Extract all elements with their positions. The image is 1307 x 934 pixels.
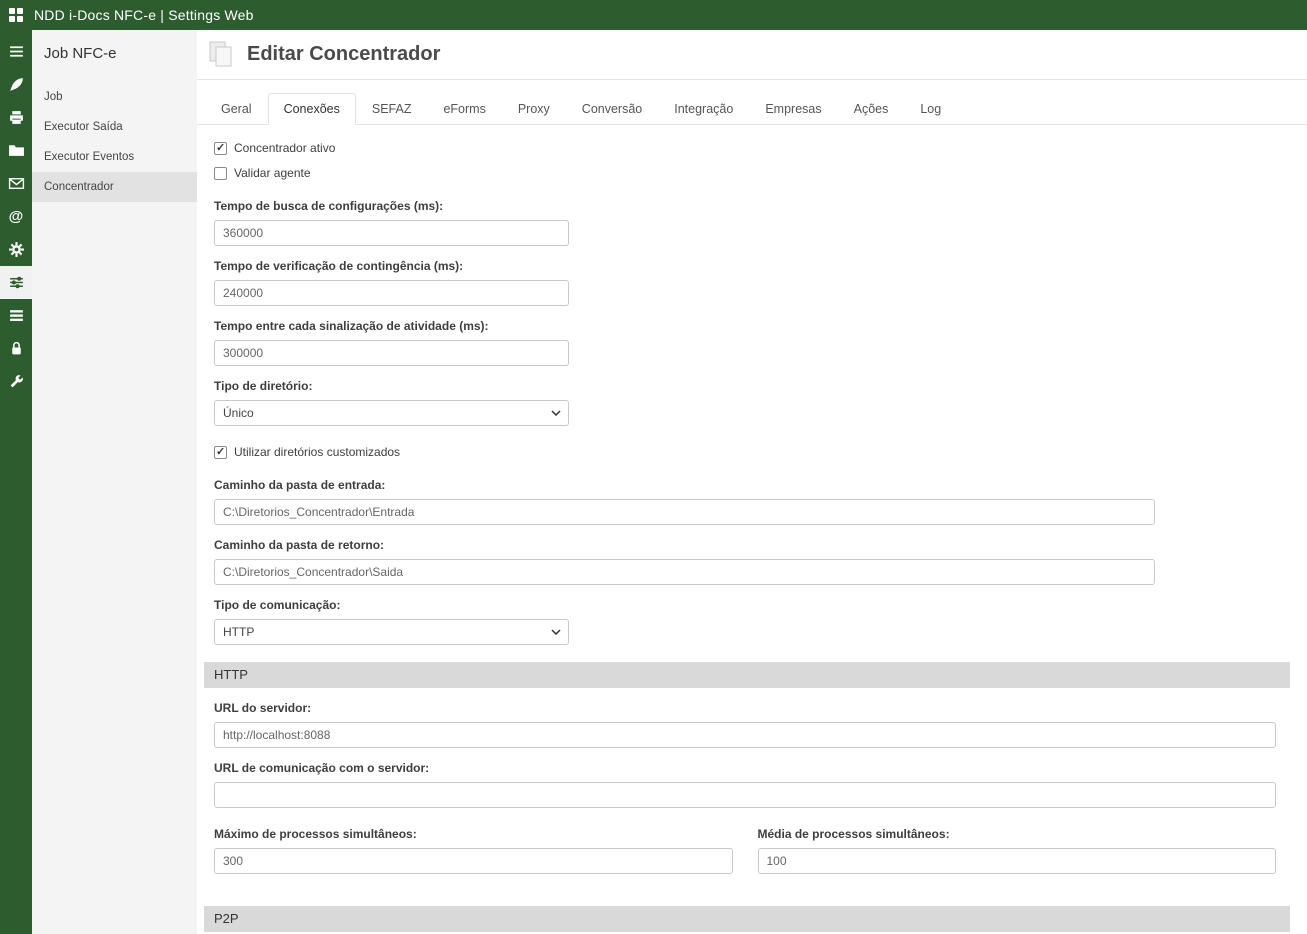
lock-icon xyxy=(8,340,25,357)
url-comunicacao-label: URL de comunicação com o servidor: xyxy=(214,761,1276,775)
tempo-contingencia-group: Tempo de verificação de contingência (ms… xyxy=(214,259,1290,306)
rail-item-sliders[interactable] xyxy=(0,266,32,299)
tab-sefaz[interactable]: SEFAZ xyxy=(356,93,428,125)
concentrador-ativo-checkbox[interactable] xyxy=(214,142,227,155)
tempo-sinalizacao-group: Tempo entre cada sinalização de atividad… xyxy=(214,319,1290,366)
http-section: HTTP URL do servidor: URL de comunicação… xyxy=(204,662,1290,889)
tempo-sinalizacao-input[interactable] xyxy=(214,340,569,366)
caminho-retorno-input[interactable] xyxy=(214,559,1155,585)
tipo-diretorio-select[interactable]: Único xyxy=(214,400,569,426)
feather-icon xyxy=(8,76,25,93)
document-copy-icon xyxy=(205,38,237,70)
tab-empresas[interactable]: Empresas xyxy=(749,93,837,125)
tab-conexoes[interactable]: Conexões xyxy=(268,93,356,125)
sidebar-item-job[interactable]: Job xyxy=(32,82,197,112)
caminho-retorno-group: Caminho da pasta de retorno: xyxy=(214,538,1290,585)
tab-acoes[interactable]: Ações xyxy=(838,93,905,125)
folder-icon xyxy=(8,142,25,159)
media-processos-input[interactable] xyxy=(758,848,1277,874)
wrench-icon xyxy=(8,373,25,390)
sidebar: Job NFC-e Job Executor Saída Executor Ev… xyxy=(32,30,197,934)
validar-agente-label: Validar agente xyxy=(234,166,311,180)
max-processos-label: Máximo de processos simultâneos: xyxy=(214,827,733,841)
icon-rail: @ xyxy=(0,30,32,934)
printer-icon xyxy=(8,109,25,126)
page-title: Editar Concentrador xyxy=(247,43,440,66)
rail-item-printer[interactable] xyxy=(0,101,32,134)
tab-proxy[interactable]: Proxy xyxy=(502,93,566,125)
tempo-contingencia-input[interactable] xyxy=(214,280,569,306)
rail-item-feather[interactable] xyxy=(0,68,32,101)
tempo-busca-group: Tempo de busca de configurações (ms): xyxy=(214,199,1290,246)
concentrador-ativo-row: Concentrador ativo xyxy=(214,141,1290,155)
url-servidor-input[interactable] xyxy=(214,722,1276,748)
tab-integracao[interactable]: Integração xyxy=(658,93,749,125)
caminho-retorno-label: Caminho da pasta de retorno: xyxy=(214,538,1290,552)
caminho-entrada-input[interactable] xyxy=(214,499,1155,525)
tempo-busca-label: Tempo de busca de configurações (ms): xyxy=(214,199,1290,213)
max-processos-group: Máximo de processos simultâneos: xyxy=(214,827,733,874)
url-comunicacao-input[interactable] xyxy=(214,782,1276,808)
validar-agente-row: Validar agente xyxy=(214,166,1290,180)
media-processos-label: Média de processos simultâneos: xyxy=(758,827,1277,841)
app-logo-icon xyxy=(9,8,23,22)
tipo-comunicacao-group: Tipo de comunicação: HTTP xyxy=(214,598,1290,645)
diretorios-customizados-label: Utilizar diretórios customizados xyxy=(234,445,400,459)
main-content: Editar Concentrador Geral Conexões SEFAZ… xyxy=(197,30,1307,934)
tab-geral[interactable]: Geral xyxy=(205,93,268,125)
menu-icon xyxy=(8,43,25,60)
media-processos-group: Média de processos simultâneos: xyxy=(758,827,1277,874)
app-title: NDD i-Docs NFC-e | Settings Web xyxy=(34,7,254,23)
sidebar-item-executor-saida[interactable]: Executor Saída xyxy=(32,112,197,142)
rail-item-folder[interactable] xyxy=(0,134,32,167)
tipo-diretorio-group: Tipo de diretório: Único xyxy=(214,379,1290,426)
url-servidor-label: URL do servidor: xyxy=(214,701,1276,715)
gear-icon xyxy=(8,241,25,258)
rail-item-rows[interactable] xyxy=(0,299,32,332)
topbar: NDD i-Docs NFC-e | Settings Web xyxy=(0,0,1307,30)
tipo-diretorio-label: Tipo de diretório: xyxy=(214,379,1290,393)
tempo-sinalizacao-label: Tempo entre cada sinalização de atividad… xyxy=(214,319,1290,333)
concentrador-ativo-label: Concentrador ativo xyxy=(234,141,335,155)
sidebar-item-concentrador[interactable]: Concentrador xyxy=(32,172,197,202)
max-processos-input[interactable] xyxy=(214,848,733,874)
tipo-comunicacao-select[interactable]: HTTP xyxy=(214,619,569,645)
content-header: Editar Concentrador xyxy=(197,30,1307,80)
tempo-contingencia-label: Tempo de verificação de contingência (ms… xyxy=(214,259,1290,273)
url-servidor-group: URL do servidor: xyxy=(214,701,1276,748)
p2p-section: P2P xyxy=(204,906,1290,932)
caminho-entrada-label: Caminho da pasta de entrada: xyxy=(214,478,1290,492)
concentrador-form: Concentrador ativo Validar agente Tempo … xyxy=(197,125,1307,934)
at-icon: @ xyxy=(9,208,24,225)
rail-item-at[interactable]: @ xyxy=(0,200,32,233)
tab-bar: Geral Conexões SEFAZ eForms Proxy Conver… xyxy=(197,80,1307,125)
sidebar-title: Job NFC-e xyxy=(32,30,197,82)
caminho-entrada-group: Caminho da pasta de entrada: xyxy=(214,478,1290,525)
tab-log[interactable]: Log xyxy=(904,93,957,125)
diretorios-customizados-checkbox[interactable] xyxy=(214,446,227,459)
validar-agente-checkbox[interactable] xyxy=(214,167,227,180)
rail-item-wrench[interactable] xyxy=(0,365,32,398)
rail-item-gear[interactable] xyxy=(0,233,32,266)
url-comunicacao-group: URL de comunicação com o servidor: xyxy=(214,761,1276,808)
tab-conversao[interactable]: Conversão xyxy=(566,93,658,125)
sliders-icon xyxy=(8,274,25,291)
diretorios-customizados-row: Utilizar diretórios customizados xyxy=(214,445,1290,459)
processos-row: Máximo de processos simultâneos: Média d… xyxy=(214,827,1276,887)
rail-item-lock[interactable] xyxy=(0,332,32,365)
envelope-icon xyxy=(8,175,25,192)
tipo-comunicacao-label: Tipo de comunicação: xyxy=(214,598,1290,612)
http-section-body: URL do servidor: URL de comunicação com … xyxy=(204,688,1290,889)
rows-icon xyxy=(8,307,25,324)
tab-eforms[interactable]: eForms xyxy=(427,93,501,125)
http-section-header[interactable]: HTTP xyxy=(204,662,1290,688)
rail-item-menu[interactable] xyxy=(0,35,32,68)
sidebar-item-executor-eventos[interactable]: Executor Eventos xyxy=(32,142,197,172)
tempo-busca-input[interactable] xyxy=(214,220,569,246)
rail-item-envelope[interactable] xyxy=(0,167,32,200)
p2p-section-header[interactable]: P2P xyxy=(204,906,1290,932)
